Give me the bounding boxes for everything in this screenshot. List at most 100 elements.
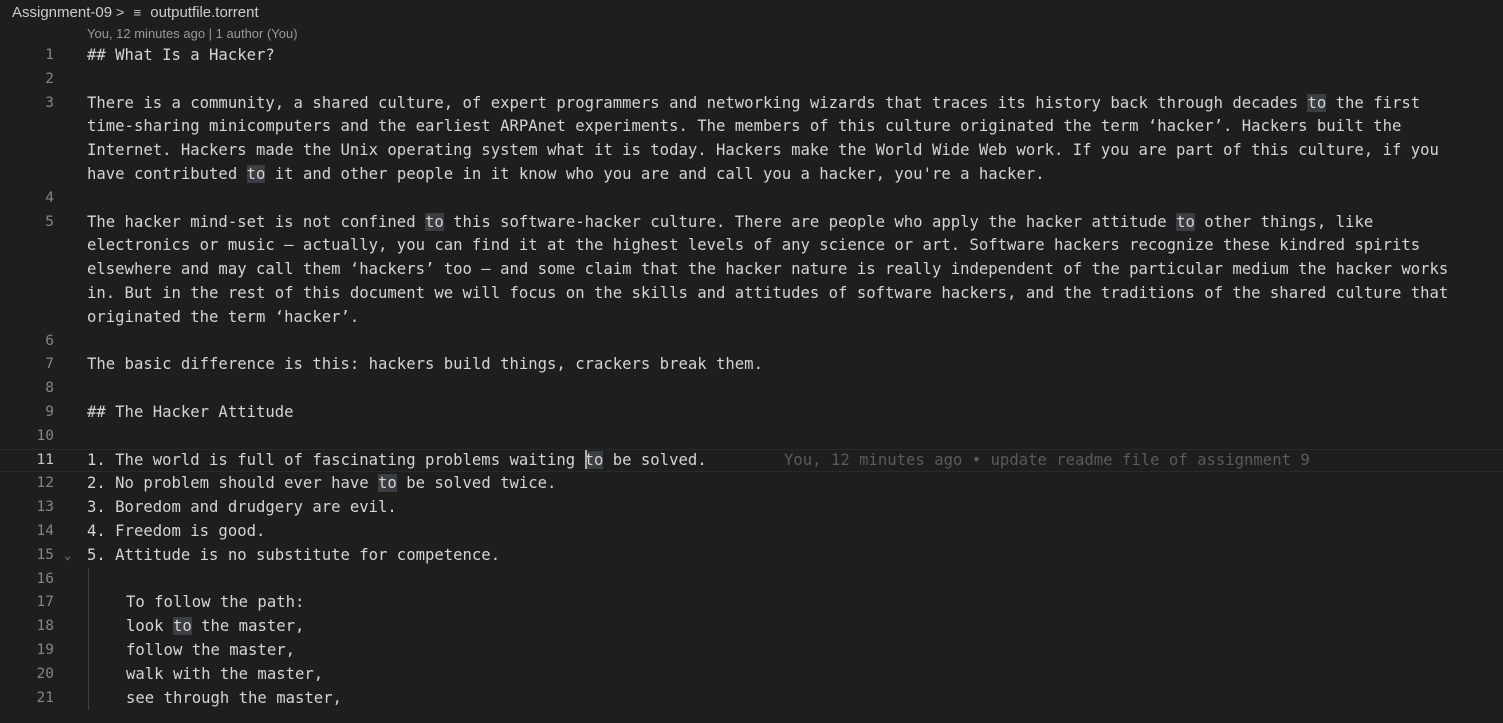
line-number: 8 [45,380,54,397]
line-text: To follow the path: [126,591,304,615]
line-text: have contributed to it and other people … [87,163,1045,187]
text-segment: 4. Freedom is good. [87,521,266,540]
line-text: see through the master, [126,687,342,711]
code-line[interactable]: 4 [0,187,1503,211]
text-segment: be solved twice. [396,474,557,493]
line-number: 2 [45,70,54,87]
code-line[interactable]: 18 look to the master, [0,615,1503,639]
line-number: 3 [45,94,54,111]
line-text: 4. Freedom is good. [87,520,265,544]
codelens-blame[interactable]: You, 12 minutes ago | 1 author (You) [87,26,298,44]
line-number: 17 [36,594,54,611]
line-number: 14 [36,522,54,539]
text-segment: To follow the path: [126,593,305,612]
indent-guide [88,662,89,687]
line-text: ## What Is a Hacker? [87,44,275,68]
code-line[interactable]: 12 2. No problem should ever have to be s… [0,472,1503,496]
text-segment: electronics or music — actually, you can… [87,236,1421,255]
line-text: walk with the master, [126,663,323,687]
code-line[interactable]: 19 follow the master, [0,638,1503,663]
line-number: 18 [36,618,54,635]
code-line[interactable]: 7 The basic difference is this: hackers b… [0,353,1503,377]
text-segment: have contributed [87,164,247,183]
code-line[interactable]: 5 The hacker mind-set is not confined to … [0,211,1503,235]
code-line[interactable]: 11 1. The world is full of fascinating pr… [0,449,1503,473]
text-segment: be solved. [603,450,707,469]
line-number: 10 [36,427,54,444]
line-text: 2. No problem should ever have to be sol… [87,472,556,496]
line-text: originated the term ‘hacker’. [87,306,359,330]
line-number: 15 [36,546,54,563]
line-number: 20 [36,665,54,682]
line-text: in. But in the rest of this document we … [87,282,1448,306]
code-line[interactable]: 21 see through the master, [0,686,1503,711]
line-text: 1. The world is full of fascinating prob… [87,449,707,473]
code-line[interactable]: 3 There is a community, a shared culture,… [0,92,1503,116]
line-text: time-sharing minicomputers and the earli… [87,115,1401,139]
line-text: The basic difference is this: hackers bu… [87,353,763,377]
search-highlight: to [584,450,604,469]
line-number: 11 [36,451,54,468]
code-line[interactable]: originated the term ‘hacker’. [0,306,1503,330]
text-segment: 1. The world is full of fascinating prob… [87,450,585,469]
search-highlight: to [378,474,397,493]
text-segment: Internet. Hackers made the Unix operatin… [87,141,1439,160]
code-line[interactable]: 9 ## The Hacker Attitude [0,401,1503,425]
code-line[interactable]: have contributed to it and other people … [0,163,1503,187]
breadcrumb-file[interactable]: outputfile.torrent [150,4,258,21]
chevron-down-icon[interactable]: ⌄ [64,544,71,568]
line-text: electronics or music — actually, you can… [87,234,1420,258]
text-segment: 3. Boredom and drudgery are evil. [87,498,397,517]
code-line[interactable]: Internet. Hackers made the Unix operatin… [0,139,1503,163]
line-number: 4 [45,189,54,206]
code-editor[interactable]: 1 ## What Is a Hacker? 2 3 There is a commun… [0,44,1503,711]
text-segment: in. But in the rest of this document we … [87,283,1449,302]
indent-guide [88,591,89,616]
code-line[interactable]: 16 [0,567,1503,592]
code-line[interactable]: 10 [0,425,1503,449]
line-text: follow the master, [126,639,295,663]
code-line[interactable]: 20 walk with the master, [0,662,1503,687]
line-text: elsewhere and may call them ‘hackers’ to… [87,258,1448,282]
code-line[interactable]: 2 [0,68,1503,92]
text-segment: ## What Is a Hacker? [87,46,275,64]
breadcrumb-folder[interactable]: Assignment-09 [12,4,112,21]
indent-guide [88,567,89,592]
code-line[interactable]: time-sharing minicomputers and the earli… [0,115,1503,139]
search-highlight: to [1307,93,1327,112]
line-number: 9 [45,403,54,420]
search-highlight: to [1176,212,1195,231]
line-text: Internet. Hackers made the Unix operatin… [87,139,1439,163]
text-segment: the first [1326,93,1421,112]
line-text: look to the master, [126,615,304,639]
breadcrumb-separator-icon: > [116,4,125,20]
text-segment: look [126,617,173,636]
text-segment: walk with the master, [126,664,324,683]
search-highlight: to [424,212,444,231]
code-line[interactable]: in. But in the rest of this document we … [0,282,1503,306]
code-line[interactable]: 1 ## What Is a Hacker? [0,44,1503,68]
code-line[interactable]: 13 3. Boredom and drudgery are evil. [0,496,1503,520]
code-line[interactable]: 15 ⌄ 5. Attitude is no substitute for comp… [0,544,1503,568]
code-line[interactable]: 6 [0,330,1503,354]
line-number: 16 [36,570,54,587]
search-highlight: to [172,617,192,636]
text-segment: see through the master, [126,688,342,707]
indent-guide [88,686,89,711]
breadcrumb: Assignment-09 > ≡ outputfile.torrent [0,0,1503,24]
line-text: The hacker mind-set is not confined to t… [87,211,1373,235]
code-line[interactable]: elsewhere and may call them ‘hackers’ to… [0,258,1503,282]
text-segment: The hacker mind-set is not confined [87,212,425,231]
line-number: 21 [36,689,54,706]
code-line[interactable]: 8 [0,377,1503,401]
code-line[interactable]: electronics or music — actually, you can… [0,234,1503,258]
inline-blame[interactable]: You, 12 minutes ago • update readme file… [784,449,1310,473]
code-line[interactable]: 14 4. Freedom is good. [0,520,1503,544]
lines-file-icon: ≡ [133,4,142,20]
indent-guide [88,615,89,639]
text-segment: The basic difference is this: hackers bu… [87,355,763,374]
code-line[interactable]: 17 To follow the path: [0,591,1503,616]
text-cursor [584,449,587,469]
line-number: 12 [36,475,54,492]
text-segment: follow the master, [126,640,295,659]
